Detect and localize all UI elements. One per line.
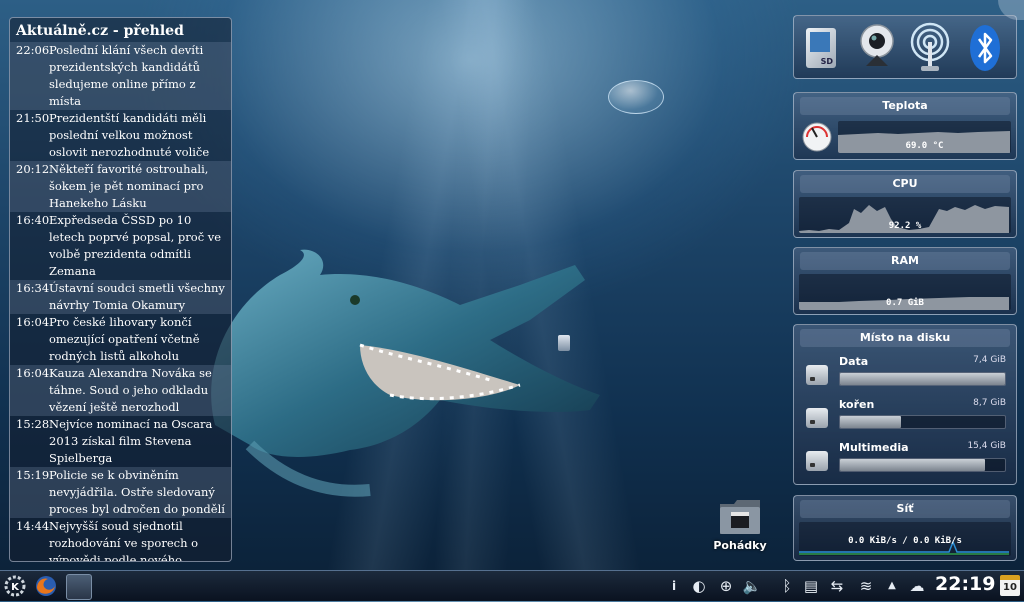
calendar-icon[interactable]: 10 [1000, 575, 1020, 596]
news-item[interactable]: 21:50 Prezidentští kandidáti měli posledn… [10, 110, 231, 161]
news-time: 21:50 [16, 111, 50, 125]
disk-usage-fill [840, 459, 986, 471]
crosshair-icon[interactable]: ⊕ [716, 576, 736, 596]
news-item[interactable]: 16:04 Pro české lihovary končí omezující … [10, 314, 231, 365]
usb-device-icon[interactable]: ⇆ [827, 576, 847, 596]
volume-icon[interactable]: 🔈 [742, 576, 762, 596]
disk-usage-fill [840, 373, 1005, 385]
cpu-widget: CPU 92.2 % [793, 170, 1017, 238]
bluetooth-tray-icon[interactable]: ᛒ [777, 576, 797, 596]
calendar-day: 10 [1003, 582, 1017, 593]
task-window-button[interactable] [66, 574, 92, 600]
sd-card-label: SD [820, 57, 833, 66]
disk-item[interactable]: kořen 8,7 GiB [799, 396, 1010, 436]
temperature-widget: Teplota 69.0 °C [793, 92, 1017, 160]
video-folder-icon [720, 500, 760, 534]
network-title: Síť [800, 500, 1010, 518]
firefox-icon[interactable] [34, 574, 58, 598]
clock[interactable]: 22:19 [935, 573, 995, 595]
bubble [608, 80, 664, 114]
thermometer-gauge-icon [802, 122, 832, 152]
disk-size: 15,4 GiB [967, 441, 1006, 451]
news-headline[interactable]: Někteří favorité ostrouhali, šokem je pě… [49, 161, 227, 212]
disk-widget: Místo na disku Data 7,4 GiB kořen 8,7 Gi… [793, 324, 1017, 485]
news-item[interactable]: 20:12 Někteří favorité ostrouhali, šokem … [10, 161, 231, 212]
webcam-icon[interactable] [856, 22, 898, 72]
news-headline[interactable]: Poslední klání všech devíti prezidentský… [49, 42, 227, 110]
disk-usage-bar [839, 415, 1006, 429]
kde-menu-icon[interactable]: K [3, 574, 27, 598]
news-time: 16:34 [16, 281, 50, 295]
hard-drive-icon [806, 408, 828, 428]
news-item[interactable]: 16:04 Kauza Alexandra Nováka se táhne. So… [10, 365, 231, 416]
news-headline[interactable]: Nejvíce nominací na Oscara 2013 získal f… [49, 416, 227, 467]
news-time: 20:12 [16, 162, 50, 176]
ram-title: RAM [800, 252, 1010, 270]
disk-item[interactable]: Data 7,4 GiB [799, 353, 1010, 393]
disk-usage-fill [840, 416, 902, 428]
cpu-graph: 92.2 % [799, 197, 1011, 233]
wallpaper-crocodile [211, 249, 601, 497]
news-item[interactable]: 15:19 Policie se k obviněním nevyjádřila.… [10, 467, 231, 518]
svg-text:K: K [11, 582, 20, 593]
news-time: 16:40 [16, 213, 50, 227]
clipboard-icon[interactable]: ▤ [801, 576, 821, 596]
news-item[interactable]: 22:06 Poslední klání všech devíti prezide… [10, 42, 231, 110]
news-item[interactable]: 14:44 Nejvyšší soud sjednotil rozhodování… [10, 518, 231, 561]
news-time: 15:19 [16, 468, 50, 482]
news-time: 15:28 [16, 417, 50, 431]
disk-item[interactable]: Multimedia 15,4 GiB [799, 439, 1010, 479]
disk-name: Data [839, 355, 869, 368]
news-headline[interactable]: Expředseda ČSSD po 10 letech poprvé pops… [49, 212, 227, 280]
hard-drive-icon [806, 451, 828, 471]
news-item[interactable]: 16:40 Expředseda ČSSD po 10 letech poprvé… [10, 212, 231, 280]
system-monitor-icon[interactable]: ◐ [689, 576, 709, 596]
news-time: 14:44 [16, 519, 50, 533]
sd-card-icon[interactable]: SD [806, 28, 836, 68]
news-headline[interactable]: Prezidentští kandidáti měli poslední vel… [49, 110, 227, 161]
news-item[interactable]: 15:28 Nejvíce nominací na Oscara 2013 zís… [10, 416, 231, 467]
ram-value: 0.7 GiB [886, 298, 924, 308]
news-time: 22:06 [16, 43, 50, 57]
news-headline[interactable]: Nejvyšší soud sjednotil rozhodování ve s… [49, 518, 227, 561]
news-item[interactable]: 16:34 Ústavní soudci smetli všechny návrh… [10, 280, 231, 314]
desktop-folder-label: Pohádky [713, 539, 767, 552]
cpu-title: CPU [800, 175, 1010, 193]
network-tray-icon[interactable]: ≋ [856, 576, 876, 596]
disk-size: 7,4 GiB [973, 355, 1006, 365]
disk-usage-bar [839, 458, 1006, 472]
info-icon[interactable]: i [664, 576, 684, 596]
weather-cloud-icon: ☁ [909, 577, 925, 595]
disk-usage-bar [839, 372, 1006, 386]
news-time: 16:04 [16, 366, 50, 380]
network-graph: 0.0 KiB/s / 0.0 KiB/s [799, 522, 1011, 556]
news-widget-title: Aktuálně.cz - přehled [16, 23, 184, 39]
news-time: 16:04 [16, 315, 50, 329]
disk-size: 8,7 GiB [973, 398, 1006, 408]
temperature-title: Teplota [800, 97, 1010, 115]
desktop-widget-icon[interactable] [558, 335, 570, 351]
show-hidden-tray-arrow[interactable]: ▲ [882, 576, 902, 596]
ram-graph: 0.7 GiB [799, 274, 1011, 310]
bluetooth-icon[interactable] [968, 23, 1002, 73]
desktop-folder-pohadky[interactable]: Pohádky [710, 498, 770, 558]
wifi-antenna-icon[interactable] [907, 22, 953, 74]
news-headline[interactable]: Policie se k obviněním nevyjádřila. Ostř… [49, 467, 227, 518]
temperature-graph: 69.0 °C [838, 121, 1011, 153]
taskbar: K i ◐ ⊕ 🔈 ᛒ ▤ ⇆ ≋ ▲ ☁ 22:19 10 [0, 570, 1024, 601]
news-headline[interactable]: Pro české lihovary končí omezující opatř… [49, 314, 227, 365]
temperature-value: 69.0 °C [905, 141, 944, 151]
news-headline[interactable]: Ústavní soudci smetli všechny návrhy Tom… [49, 280, 227, 314]
news-headline[interactable]: Kauza Alexandra Nováka se táhne. Soud o … [49, 365, 227, 416]
news-widget: Aktuálně.cz - přehled 22:06 Poslední klán… [9, 17, 232, 562]
disk-title: Místo na disku [800, 329, 1010, 347]
network-widget: Síť 0.0 KiB/s / 0.0 KiB/s [793, 495, 1017, 561]
hard-drive-icon [806, 365, 828, 385]
ram-widget: RAM 0.7 GiB [793, 247, 1017, 315]
network-value: 0.0 KiB/s / 0.0 KiB/s [848, 536, 962, 546]
disk-name: Multimedia [839, 441, 909, 454]
disk-name: kořen [839, 398, 875, 411]
devices-widget: SD [793, 15, 1017, 79]
cpu-value: 92.2 % [888, 221, 922, 231]
